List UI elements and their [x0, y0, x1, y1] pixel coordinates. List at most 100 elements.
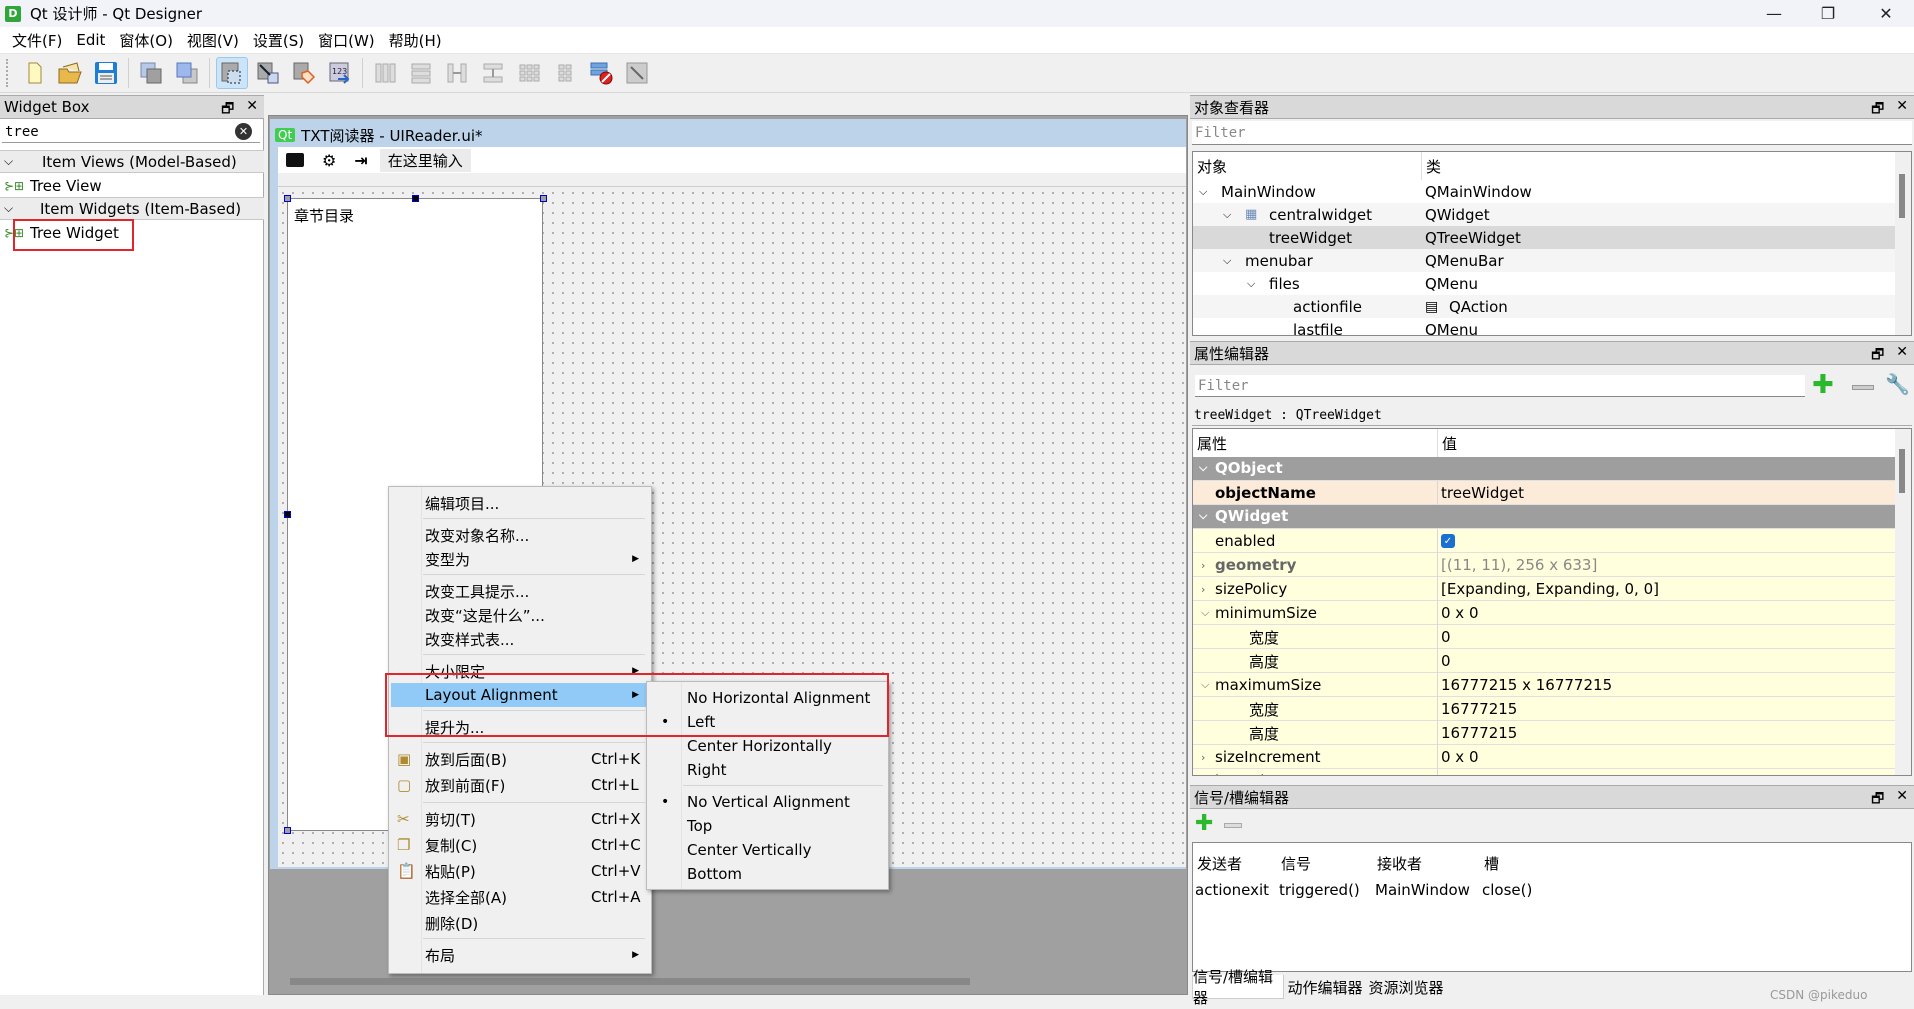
- property-row[interactable]: 宽度 16777215: [1193, 697, 1911, 721]
- folder-icon[interactable]: [286, 153, 304, 167]
- type-here-menu[interactable]: 在这里输入: [379, 148, 471, 172]
- close-icon[interactable]: ✕: [1896, 788, 1908, 812]
- context-menu-item[interactable]: 删除(D): [391, 911, 649, 935]
- column-header-receiver[interactable]: 接收者: [1373, 849, 1422, 877]
- layout-horizontal-button[interactable]: [369, 57, 401, 89]
- property-row[interactable]: › geometry [(11, 11), 256 x 633]: [1193, 553, 1911, 577]
- chevron-down-icon[interactable]: ⌵: [1199, 185, 1207, 199]
- maximize-button[interactable]: ❐: [1798, 0, 1858, 27]
- object-tree-row[interactable]: ⌵ ▦ centralwidget QWidget: [1193, 203, 1911, 226]
- chevron-right-icon[interactable]: ›: [1201, 559, 1205, 572]
- column-header-value[interactable]: 值: [1437, 429, 1457, 457]
- resize-handle[interactable]: [284, 511, 291, 518]
- bring-to-front-button[interactable]: [171, 57, 203, 89]
- property-row[interactable]: ⌵ minimumSize 0 x 0: [1193, 601, 1911, 625]
- configure-button[interactable]: 🔧: [1885, 372, 1910, 396]
- chevron-right-icon[interactable]: ›: [1201, 751, 1205, 764]
- tab-action-editor[interactable]: 动作编辑器: [1285, 975, 1365, 999]
- remove-connection-button[interactable]: [1224, 823, 1242, 828]
- alignment-option[interactable]: Bottom: [649, 862, 887, 886]
- chevron-down-icon[interactable]: ⌵: [1199, 461, 1207, 475]
- widget-item-tree-widget[interactable]: ⊱⊞ Tree Widget: [0, 221, 264, 244]
- chevron-down-icon[interactable]: ⌵: [1223, 254, 1231, 268]
- context-menu-item[interactable]: 大小限定 ▶: [391, 659, 649, 683]
- alignment-option[interactable]: Center Vertically: [649, 838, 887, 862]
- object-tree-row[interactable]: ⌵ files QMenu: [1193, 272, 1911, 295]
- menu-window[interactable]: 窗口(W): [311, 30, 382, 51]
- chevron-right-icon[interactable]: ›: [1201, 775, 1205, 776]
- menu-file[interactable]: 文件(F): [5, 30, 69, 51]
- context-menu-item[interactable]: 📋 粘贴(P) Ctrl+V: [391, 859, 649, 883]
- context-menu-item[interactable]: 改变“这是什么”...: [391, 603, 649, 627]
- alignment-option[interactable]: Center Horizontally: [649, 734, 887, 758]
- column-header-slot[interactable]: 槽: [1480, 849, 1499, 877]
- property-group-header[interactable]: ⌵ QObject: [1193, 457, 1911, 481]
- menu-form[interactable]: 窗体(O): [112, 30, 180, 51]
- column-header-sender[interactable]: 发送者: [1193, 849, 1242, 877]
- connection-row[interactable]: actionexit triggered() MainWindow close(…: [1193, 881, 1911, 903]
- float-icon[interactable]: 🗗: [1871, 98, 1884, 122]
- property-row[interactable]: ⌵ maximumSize 16777215 x 16777215: [1193, 673, 1911, 697]
- property-row[interactable]: › sizeIncrement 0 x 0: [1193, 745, 1911, 769]
- context-menu-item[interactable]: ▢ 放到前面(F) Ctrl+L: [391, 773, 649, 797]
- resize-handle[interactable]: [284, 195, 291, 202]
- toolbar-grip[interactable]: [6, 59, 10, 87]
- scrollbar-thumb[interactable]: [1899, 174, 1905, 218]
- alignment-option[interactable]: • Left: [649, 710, 887, 734]
- add-dynamic-property-button[interactable]: ✚: [1812, 372, 1834, 398]
- context-menu-item[interactable]: ✂ 剪切(T) Ctrl+X: [391, 807, 649, 831]
- context-menu-item[interactable]: 布局 ▶: [391, 943, 649, 967]
- open-button[interactable]: [54, 57, 86, 89]
- layout-form-button[interactable]: [549, 57, 581, 89]
- property-row[interactable]: 宽度 0: [1193, 625, 1911, 649]
- tab-signal-slot-editor[interactable]: 信号/槽编辑器: [1192, 968, 1284, 1007]
- adjust-size-button[interactable]: [621, 57, 653, 89]
- settings-gear-icon[interactable]: ⚙: [322, 151, 336, 170]
- resize-handle[interactable]: [284, 827, 291, 834]
- new-button[interactable]: [18, 57, 50, 89]
- float-icon[interactable]: 🗗: [221, 98, 234, 122]
- menu-edit[interactable]: Edit: [69, 31, 112, 49]
- context-menu-item[interactable]: 选择全部(A) Ctrl+A: [391, 885, 649, 909]
- object-tree-row[interactable]: actionfile ▤ QAction: [1193, 295, 1911, 318]
- widget-item-tree-view[interactable]: ⊱⊞ Tree View: [0, 174, 264, 197]
- layout-vertical-button[interactable]: [405, 57, 437, 89]
- alignment-option[interactable]: Top: [649, 814, 887, 838]
- float-icon[interactable]: 🗗: [1871, 788, 1884, 812]
- chevron-down-icon[interactable]: ⌵: [1223, 208, 1231, 222]
- edit-buddies-button[interactable]: [288, 57, 320, 89]
- clear-search-icon[interactable]: ✕: [235, 123, 252, 140]
- menu-view[interactable]: 视图(V): [180, 30, 246, 51]
- property-group-header[interactable]: ⌵ QWidget: [1193, 505, 1911, 529]
- enabled-checkbox[interactable]: ✓: [1441, 534, 1455, 548]
- context-menu-item[interactable]: 编辑项目...: [391, 491, 649, 515]
- layout-grid-button[interactable]: [513, 57, 545, 89]
- property-filter-input[interactable]: Filter: [1195, 375, 1805, 397]
- layout-v-splitter-button[interactable]: [477, 57, 509, 89]
- menu-help[interactable]: 帮助(H): [382, 30, 449, 51]
- close-icon[interactable]: ✕: [246, 98, 258, 122]
- widget-search-field[interactable]: tree ✕: [2, 121, 260, 143]
- context-menu-item[interactable]: ❐ 复制(C) Ctrl+C: [391, 833, 649, 857]
- vertical-scrollbar[interactable]: [1895, 152, 1911, 335]
- close-icon[interactable]: ✕: [1896, 344, 1908, 368]
- alignment-option[interactable]: Right: [649, 758, 887, 782]
- object-tree-row[interactable]: ⌵ MainWindow QMainWindow: [1193, 180, 1911, 203]
- horizontal-scrollbar[interactable]: [290, 978, 970, 985]
- edit-signals-slots-button[interactable]: [252, 57, 284, 89]
- property-row[interactable]: enabled ✓: [1193, 529, 1911, 553]
- context-menu-item[interactable]: 改变样式表...: [391, 627, 649, 651]
- property-row[interactable]: › sizePolicy [Expanding, Expanding, 0, 0]: [1193, 577, 1911, 601]
- close-button[interactable]: ✕: [1856, 0, 1914, 27]
- object-tree-row[interactable]: ⌵ menubar QMenuBar: [1193, 249, 1911, 272]
- exit-icon[interactable]: ⇥: [354, 151, 367, 170]
- layout-h-splitter-button[interactable]: [441, 57, 473, 89]
- edit-widgets-button[interactable]: [216, 57, 248, 89]
- alignment-option[interactable]: No Horizontal Alignment: [649, 686, 887, 710]
- object-tree-row[interactable]: treeWidget QTreeWidget: [1193, 226, 1911, 249]
- remove-property-button[interactable]: [1852, 385, 1874, 390]
- property-row[interactable]: 高度 0: [1193, 649, 1911, 673]
- context-menu-item[interactable]: 改变工具提示...: [391, 579, 649, 603]
- minimize-button[interactable]: —: [1744, 0, 1804, 27]
- chevron-down-icon[interactable]: ⌵: [1199, 509, 1207, 523]
